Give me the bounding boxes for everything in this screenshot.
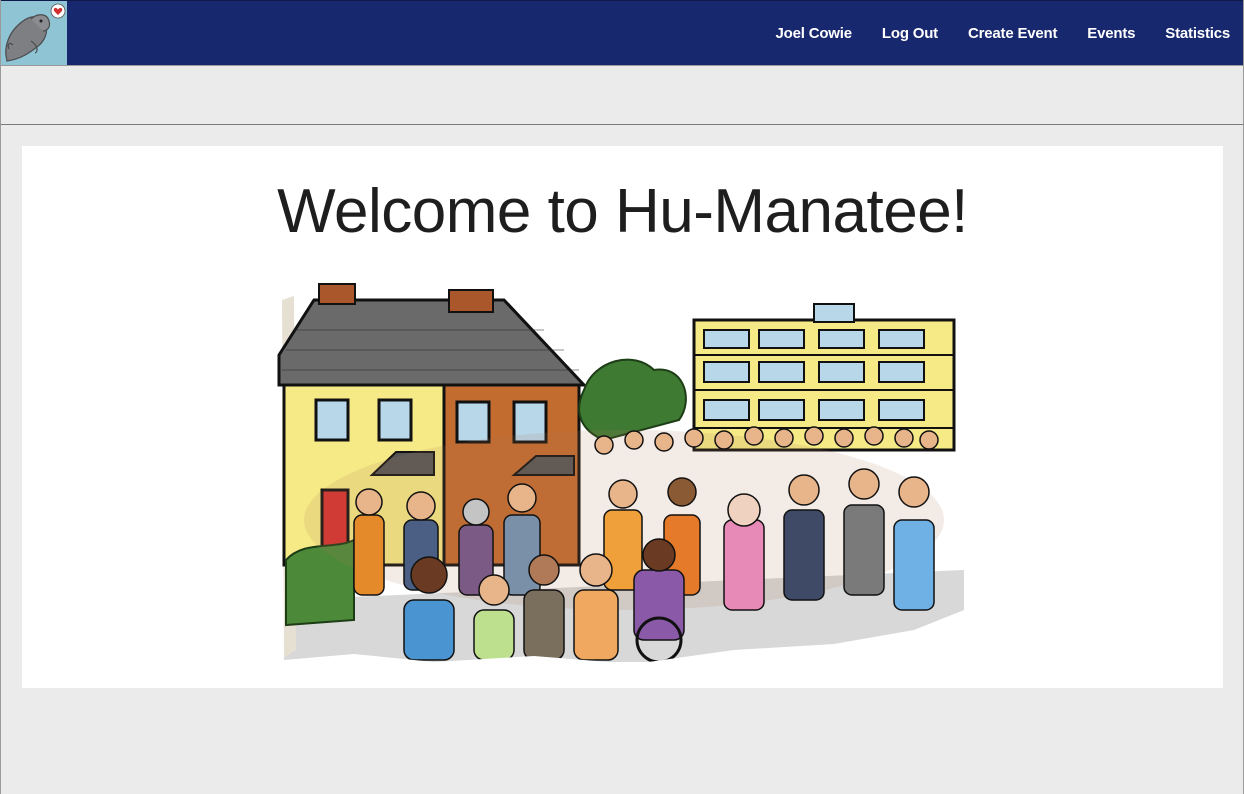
nav-events[interactable]: Events [1087, 25, 1135, 42]
sub-header-bar [1, 65, 1243, 125]
community-crowd-illustration [277, 283, 964, 670]
nav-log-out[interactable]: Log Out [882, 25, 938, 42]
nav-links: Joel Cowie Log Out Create Event Events S… [760, 1, 1243, 65]
nav-create-event[interactable]: Create Event [968, 25, 1058, 42]
welcome-card: Welcome to Hu-Manatee! [22, 146, 1223, 688]
page-title: Welcome to Hu-Manatee! [277, 177, 968, 246]
nav-statistics[interactable]: Statistics [1165, 25, 1230, 42]
top-navbar: Joel Cowie Log Out Create Event Events S… [1, 0, 1243, 65]
manatee-logo-icon[interactable] [1, 1, 67, 65]
nav-user-profile[interactable]: Joel Cowie [776, 25, 853, 42]
